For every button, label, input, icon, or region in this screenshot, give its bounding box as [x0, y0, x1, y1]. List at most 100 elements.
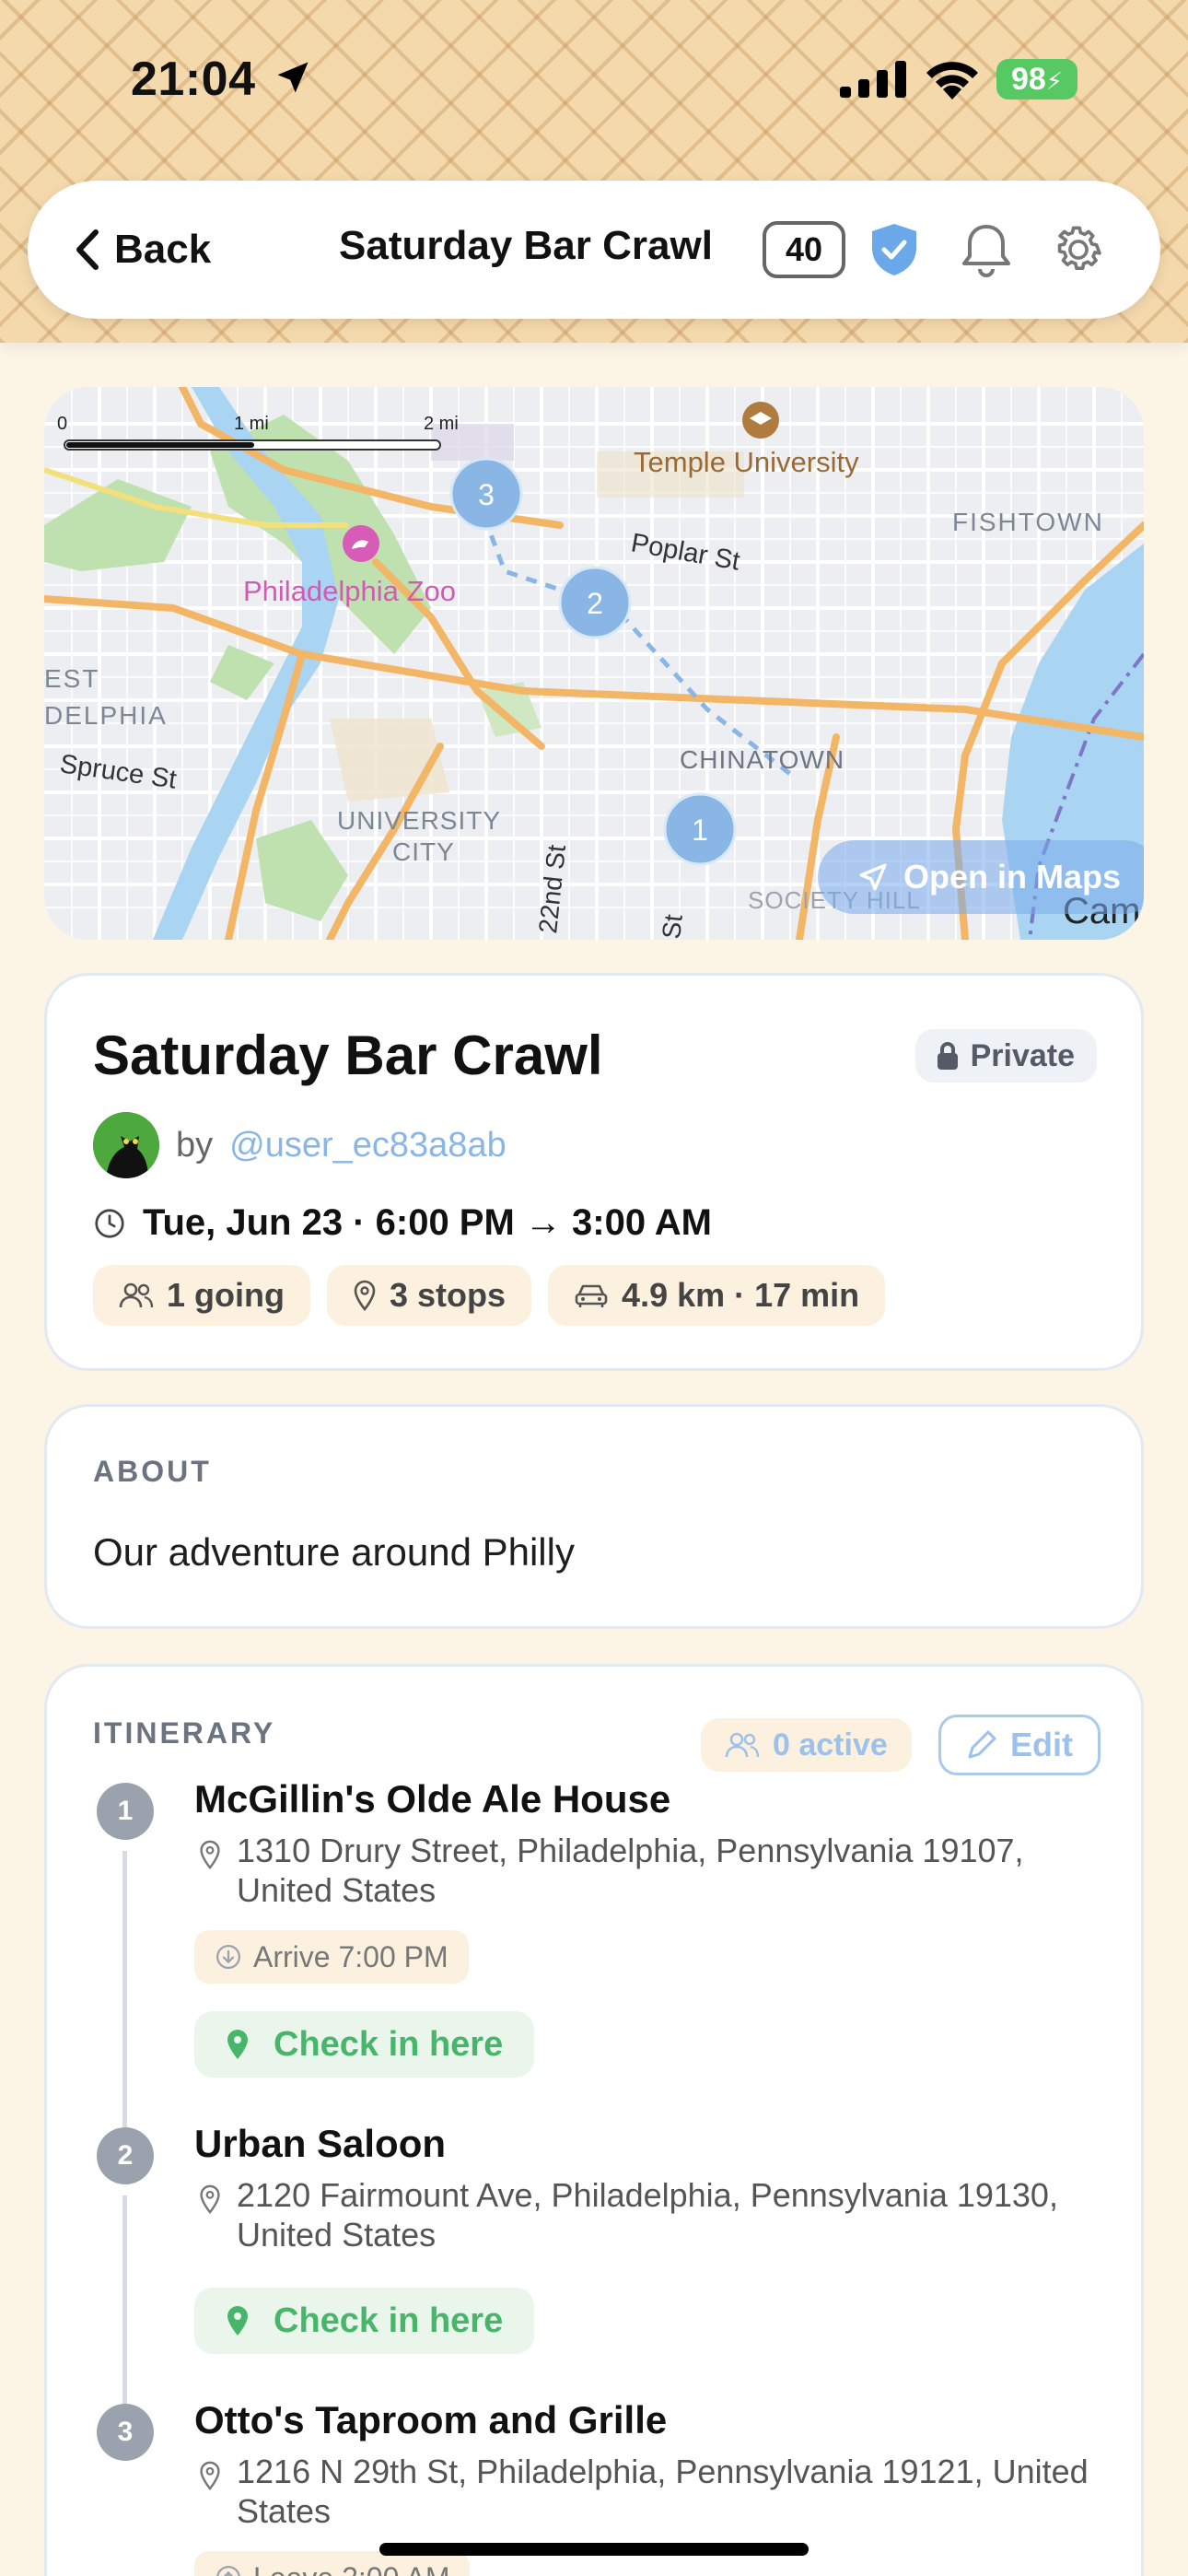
map-label-city: CITY	[392, 837, 455, 866]
arrow-down-circle-icon	[216, 1945, 240, 1969]
active-count-pill: 0 active	[701, 1718, 912, 1772]
gear-icon[interactable]	[1046, 217, 1111, 282]
nav-title: Saturday Bar Crawl	[339, 223, 713, 268]
going-chip[interactable]: 1 going	[93, 1265, 310, 1326]
stops-chip[interactable]: 3 stops	[327, 1265, 532, 1326]
itinerary-heading: ITINERARY	[93, 1716, 276, 1750]
map-pin-icon	[200, 2461, 220, 2490]
battery-indicator: 98⚡	[996, 59, 1077, 100]
about-heading: ABOUT	[93, 1455, 212, 1488]
map-label-st: St	[657, 913, 688, 940]
svg-text:2: 2	[587, 587, 603, 620]
itinerary-stop: 1 McGillin's Olde Ale House 1310 Drury S…	[47, 1777, 1143, 2127]
event-datetime-text: Tue, Jun 23 · 6:00 PM → 3:00 AM	[143, 1202, 712, 1243]
stop-address: 1216 N 29th St, Philadelphia, Pennsylvan…	[194, 2452, 1097, 2531]
back-button[interactable]: Back	[74, 217, 211, 282]
event-datetime: Tue, Jun 23 · 6:00 PM → 3:00 AM	[93, 1202, 712, 1244]
stop-name[interactable]: Otto's Taproom and Grille	[194, 2398, 667, 2442]
stop-name[interactable]: Urban Saloon	[194, 2122, 446, 2166]
check-in-label: Check in here	[274, 2024, 504, 2064]
map-pin-icon	[200, 2184, 220, 2214]
clock-icon	[95, 1208, 124, 1238]
location-pin-icon	[227, 2030, 248, 2059]
open-in-maps-label: Open in Maps	[903, 858, 1122, 896]
people-icon	[725, 1732, 760, 1758]
scale-1mi: 1 mi	[234, 414, 269, 434]
check-in-button[interactable]: Check in here	[194, 2011, 535, 2078]
stop-name[interactable]: McGillin's Olde Ale House	[194, 1777, 670, 1821]
map-marker-1[interactable]: 1	[663, 792, 737, 866]
map-label-temple: Temple University	[634, 446, 859, 478]
stops-label: 3 stops	[390, 1276, 507, 1314]
stop-address: 1310 Drury Street, Philadelphia, Pennsyl…	[194, 1831, 1097, 1910]
organizer-byline: by @user_ec83a8ab	[93, 1112, 507, 1178]
organizer-link[interactable]: @user_ec83a8ab	[229, 1126, 507, 1165]
stop-address-text: 1310 Drury Street, Philadelphia, Pennsyl…	[237, 1832, 1024, 1909]
map-pin-icon	[200, 1840, 220, 1869]
svg-text:1: 1	[692, 814, 708, 847]
wifi-icon	[923, 57, 982, 104]
map-label-delphia: DELPHIA	[44, 701, 168, 730]
arrive-time-chip: Arrive 7:00 PM	[194, 1930, 469, 1984]
itinerary-card: ITINERARY 0 active Edit 1 McGillin's Old…	[44, 1664, 1144, 2576]
stop-number: 2	[97, 2127, 154, 2184]
event-title: Saturday Bar Crawl	[93, 1025, 603, 1086]
distance-chip[interactable]: 4.9 km · 17 min	[548, 1265, 886, 1326]
avatar[interactable]	[93, 1112, 159, 1178]
lock-icon	[937, 1042, 958, 1070]
check-in-button[interactable]: Check in here	[194, 2288, 535, 2354]
scale-0: 0	[57, 414, 67, 434]
status-time: 21:04	[131, 53, 256, 106]
stop-address-text: 1216 N 29th St, Philadelphia, Pennsylvan…	[237, 2453, 1089, 2530]
edit-itinerary-button[interactable]: Edit	[938, 1715, 1101, 1775]
scale-2mi: 2 mi	[424, 414, 459, 434]
cellular-signal-icon	[840, 61, 908, 102]
open-in-maps-button[interactable]: Open in Maps	[818, 840, 1144, 914]
car-icon	[575, 1284, 608, 1307]
distance-label: 4.9 km · 17 min	[622, 1276, 860, 1314]
privacy-badge: Private	[914, 1029, 1097, 1083]
home-indicator[interactable]	[379, 2543, 809, 2556]
location-arrow-icon	[273, 57, 313, 98]
route-map[interactable]: 0 1 mi 2 mi Temple University FISHTOWN P…	[44, 387, 1144, 940]
about-text: Our adventure around Philly	[93, 1530, 575, 1574]
going-label: 1 going	[167, 1276, 285, 1314]
leave-time-label: Leave 2:00 AM	[253, 2561, 449, 2576]
navigation-arrow-icon	[859, 863, 887, 891]
arrow-up-circle-icon	[216, 2566, 240, 2576]
byline-by: by	[176, 1125, 214, 1165]
map-label-zoo: Philadelphia Zoo	[243, 575, 456, 607]
arrive-time-label: Arrive 7:00 PM	[253, 1939, 448, 1973]
status-bar: 21:04 98⚡	[0, 0, 1188, 157]
pencil-icon	[968, 1730, 996, 1759]
about-card: ABOUT Our adventure around Philly	[44, 1404, 1144, 1629]
check-in-label: Check in here	[274, 2301, 504, 2340]
svg-text:3: 3	[478, 478, 495, 511]
stop-number: 1	[97, 1783, 154, 1840]
verified-shield-icon[interactable]	[862, 217, 926, 282]
timeline-line	[122, 1851, 127, 2127]
itinerary-stop: 2 Urban Saloon 2120 Fairmount Ave, Phila…	[47, 2122, 1143, 2406]
chevron-left-icon	[76, 229, 99, 270]
count-badge[interactable]: 40	[763, 221, 845, 278]
map-label-west: EST	[44, 664, 99, 693]
back-label: Back	[114, 227, 212, 272]
active-count-label: 0 active	[773, 1727, 888, 1762]
map-marker-3[interactable]: 3	[449, 457, 523, 531]
event-summary-card: Saturday Bar Crawl Private by @user_ec83…	[44, 973, 1144, 1371]
nav-bar: Back Saturday Bar Crawl 40	[28, 181, 1160, 319]
timeline-line	[122, 2195, 127, 2406]
stop-address-text: 2120 Fairmount Ave, Philadelphia, Pennsy…	[237, 2176, 1058, 2254]
map-label-chinatown: CHINATOWN	[680, 745, 844, 774]
people-icon	[119, 1282, 154, 1308]
privacy-label: Private	[970, 1037, 1075, 1073]
event-stats: 1 going 3 stops 4.9 km · 17 min	[93, 1265, 886, 1326]
stop-number: 3	[97, 2404, 154, 2461]
bell-icon[interactable]	[954, 217, 1019, 282]
map-marker-2[interactable]: 2	[558, 566, 632, 639]
stop-address: 2120 Fairmount Ave, Philadelphia, Pennsy…	[194, 2175, 1097, 2254]
location-pin-icon	[227, 2306, 248, 2336]
map-label-university: UNIVERSITY	[337, 806, 501, 835]
map-pin-icon	[354, 1280, 376, 1311]
edit-label: Edit	[1010, 1726, 1073, 1763]
